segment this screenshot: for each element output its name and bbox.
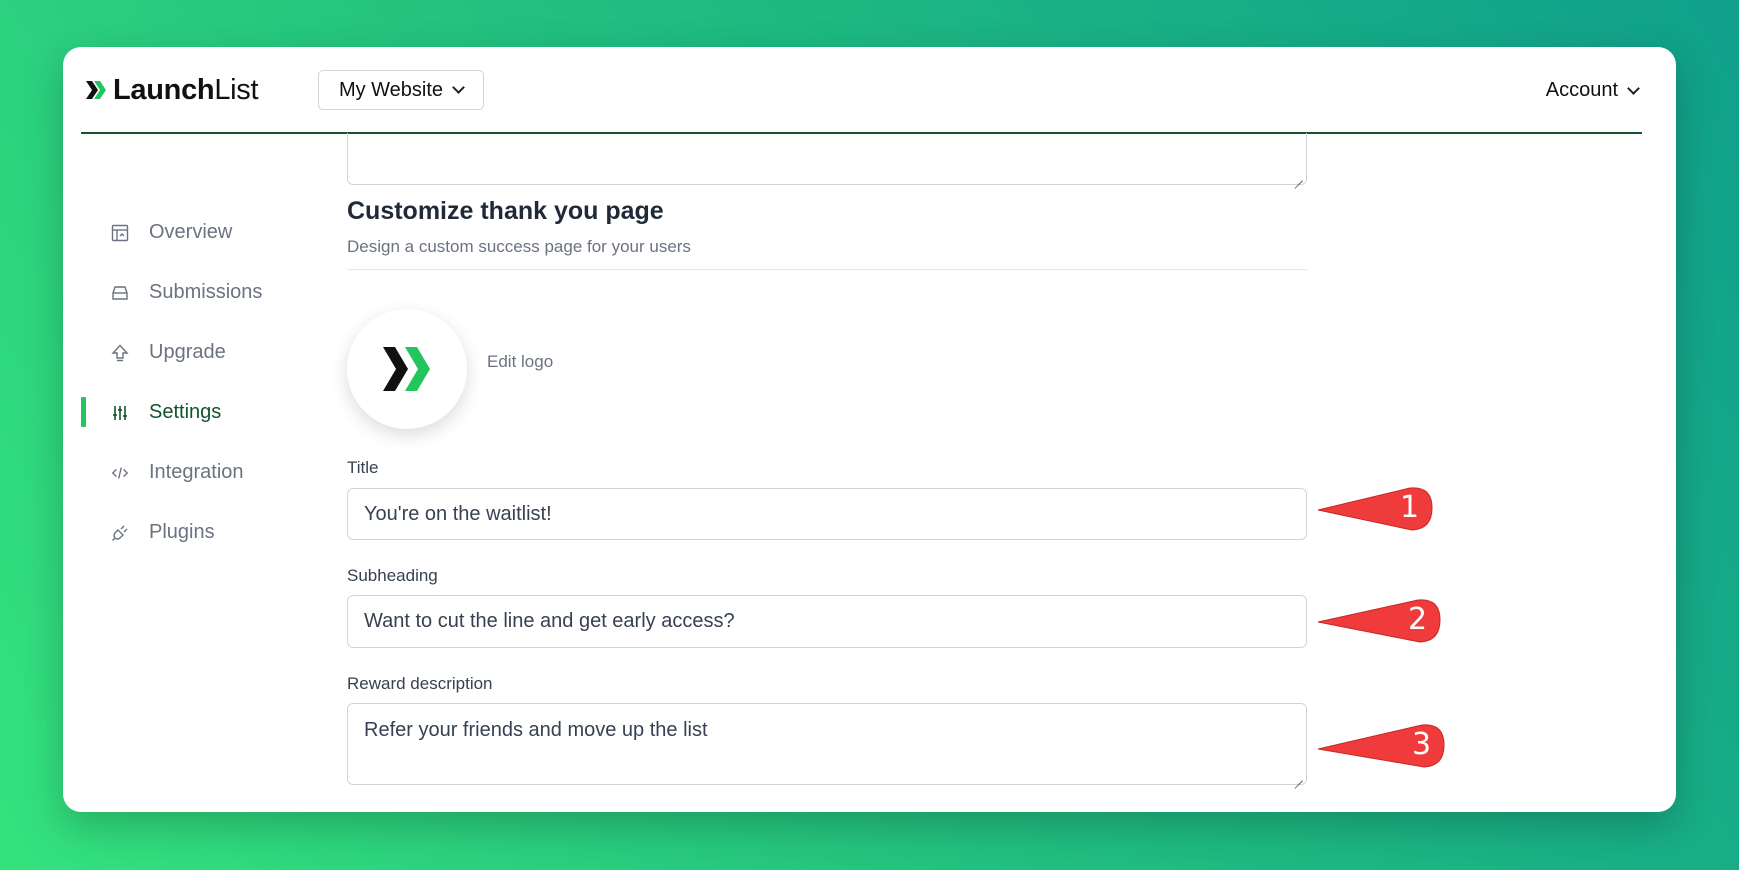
launchlist-logo-icon: [383, 347, 430, 391]
section-title: Customize thank you page: [347, 197, 664, 225]
resize-handle-icon[interactable]: [1295, 173, 1303, 181]
sidebar-item-label: Submissions: [149, 280, 263, 303]
sidebar-item-label: Plugins: [149, 520, 215, 543]
launchlist-logo-icon: [86, 81, 106, 99]
annotation-callout-3: 3: [1317, 721, 1448, 771]
website-selector-label: My Website: [338, 78, 444, 101]
annotation-number: 1: [1400, 490, 1420, 525]
website-selector[interactable]: My Website: [318, 70, 484, 110]
previous-field-remnant: [347, 133, 1307, 185]
reward-description-label: Reward description: [347, 674, 493, 693]
top-header: Launch List My Website Account: [81, 47, 1642, 134]
reward-description-value: Refer your friends and move up the list: [364, 719, 708, 741]
plug-icon: [111, 524, 129, 542]
sidebar-item-submissions[interactable]: Submissions: [81, 262, 281, 322]
code-icon: [111, 464, 129, 482]
title-label: Title: [347, 458, 379, 477]
sidebar-nav: Overview Submissions Upgrade Settings In…: [81, 202, 281, 562]
logo-text-light: List: [214, 73, 259, 106]
chevron-down-icon: [452, 81, 465, 94]
sidebar-item-upgrade[interactable]: Upgrade: [81, 322, 281, 382]
upgrade-arrow-icon: [111, 344, 129, 362]
sidebar-item-label: Upgrade: [149, 340, 226, 363]
overview-icon: [111, 224, 129, 242]
annotation-number: 3: [1412, 727, 1432, 762]
logo-text-bold: Launch: [113, 73, 215, 106]
annotation-callout-1: 1: [1317, 484, 1448, 534]
account-label: Account: [1545, 79, 1618, 101]
inbox-icon: [111, 284, 129, 302]
callout-arrow-shape: [1317, 487, 1433, 531]
section-subtitle: Design a custom success page for your us…: [347, 237, 691, 256]
subheading-input-value: Want to cut the line and get early acces…: [364, 610, 735, 632]
chevron-down-icon: [1627, 81, 1640, 95]
settings-content: Customize thank you page Design a custom…: [347, 197, 1307, 429]
app-logo[interactable]: Launch List: [85, 73, 259, 107]
sliders-icon: [111, 404, 129, 422]
sidebar-item-integration[interactable]: Integration: [81, 442, 281, 502]
resize-handle-icon[interactable]: [1295, 773, 1303, 781]
edit-logo-link[interactable]: Edit logo: [487, 352, 553, 372]
annotation-number: 2: [1408, 602, 1428, 637]
sidebar-item-label: Integration: [149, 460, 244, 483]
sidebar-item-label: Overview: [149, 220, 233, 243]
logo-preview[interactable]: [347, 309, 467, 429]
callout-arrow-shape: [1317, 599, 1441, 643]
title-input[interactable]: You're on the waitlist!: [347, 488, 1307, 540]
sidebar-item-settings[interactable]: Settings: [81, 382, 281, 442]
annotation-callout-2: 2: [1317, 596, 1448, 646]
subheading-input[interactable]: Want to cut the line and get early acces…: [347, 595, 1307, 648]
app-window: Launch List My Website Account Overview S…: [63, 47, 1676, 812]
sidebar-item-plugins[interactable]: Plugins: [81, 502, 281, 562]
logo-editor: Edit logo: [347, 270, 1307, 429]
account-menu[interactable]: Account: [1545, 79, 1640, 102]
sidebar-item-overview[interactable]: Overview: [81, 202, 281, 262]
active-indicator: [81, 397, 86, 427]
sidebar-item-label: Settings: [149, 400, 222, 423]
subheading-label: Subheading: [347, 566, 438, 585]
title-input-value: You're on the waitlist!: [364, 502, 552, 525]
reward-description-textarea[interactable]: Refer your friends and move up the list: [347, 703, 1307, 785]
